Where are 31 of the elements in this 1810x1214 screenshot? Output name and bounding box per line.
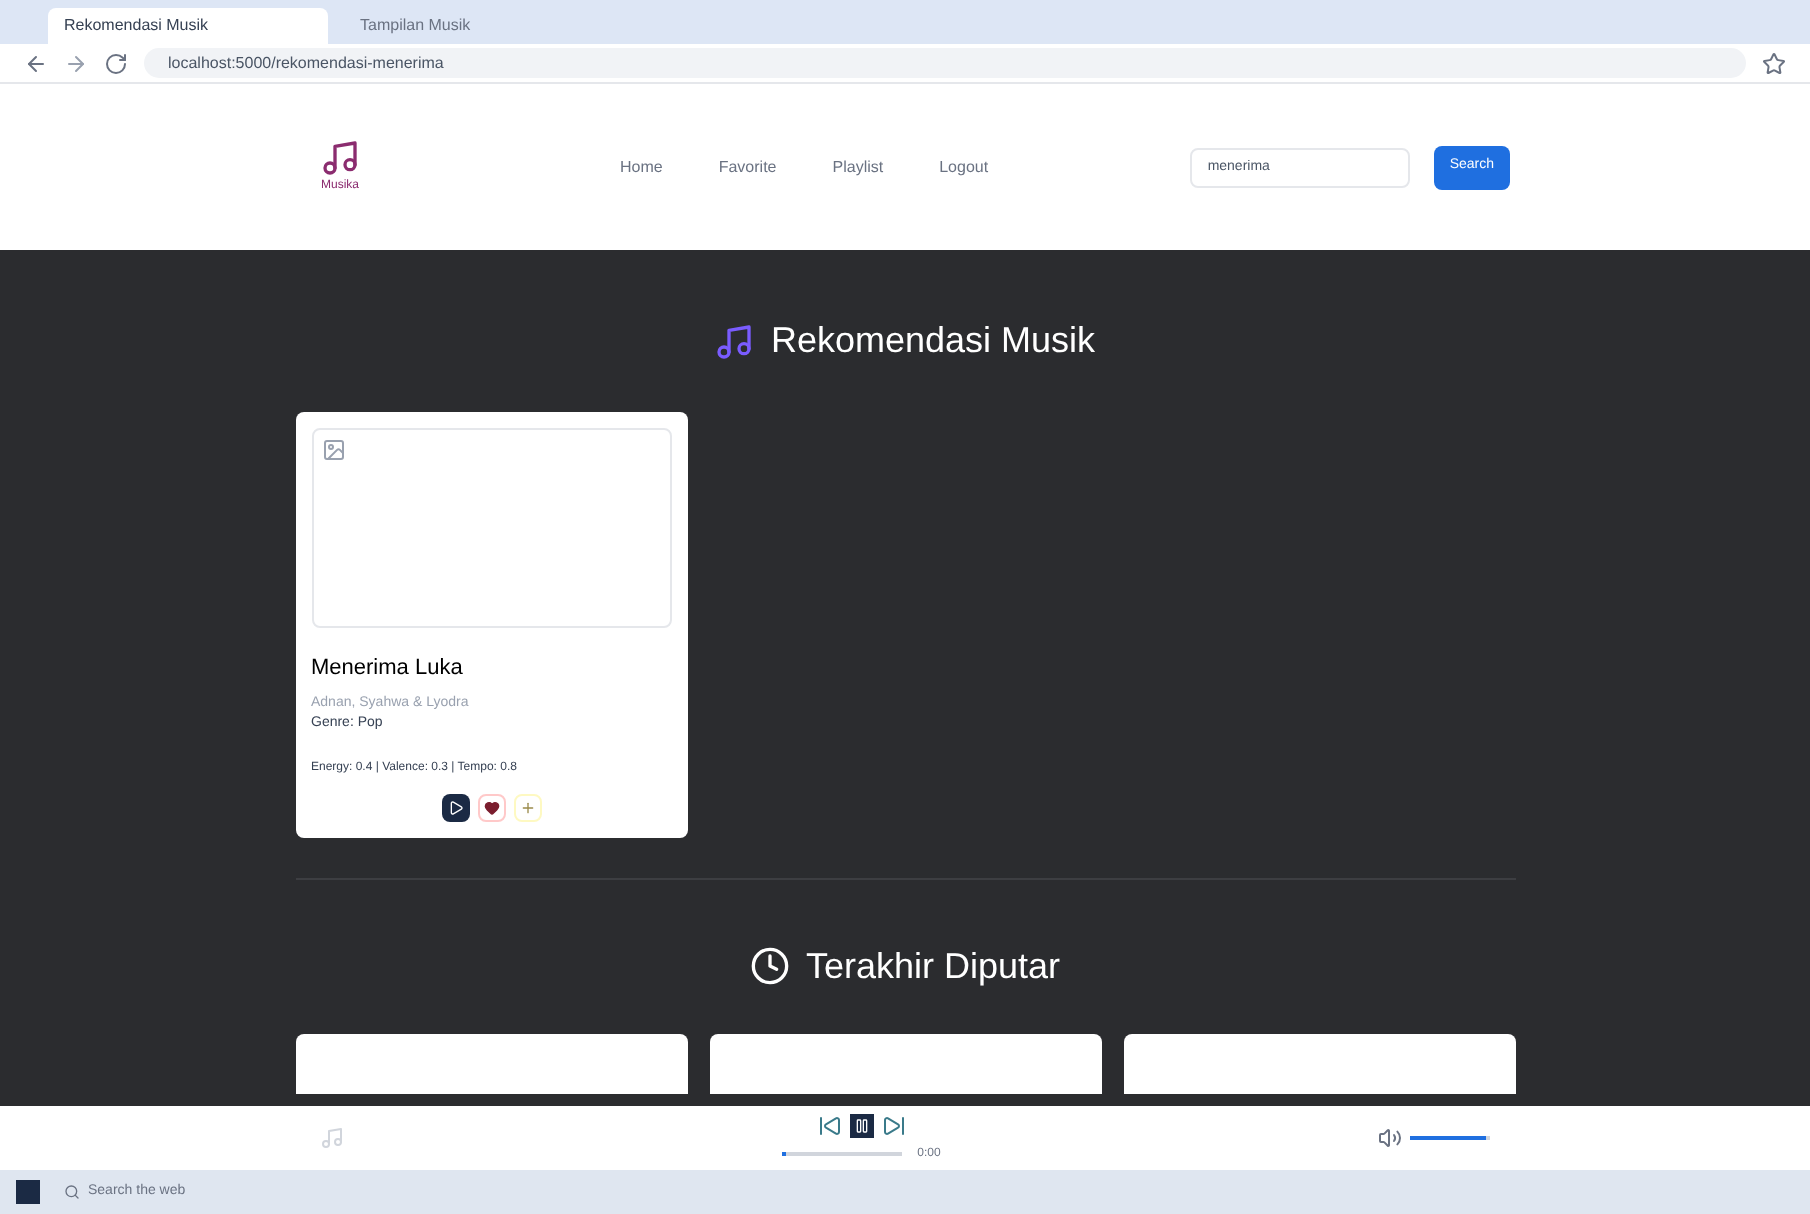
browser-tab[interactable]: Tampilan Musik (344, 8, 624, 44)
volume-icon[interactable] (1378, 1126, 1402, 1150)
nav-link[interactable]: Logout (939, 155, 989, 179)
section-title: Rekomendasi Musik (770, 318, 1096, 364)
song-title: Menerima Luka (311, 654, 465, 684)
star-icon[interactable] (1762, 51, 1786, 75)
heart-icon (483, 799, 499, 815)
back-icon[interactable] (24, 51, 48, 75)
next-icon[interactable] (881, 1113, 905, 1137)
browser-tab[interactable]: Rekomendasi Musik (48, 8, 328, 44)
plus-icon (519, 799, 535, 815)
nav-link[interactable]: Favorite (718, 155, 777, 179)
section-title: Terakhir Diputar (805, 943, 1061, 990)
start-icon[interactable] (16, 1180, 40, 1204)
favorite-button[interactable] (477, 793, 505, 821)
reload-icon[interactable] (104, 51, 128, 75)
pause-icon (853, 1117, 869, 1133)
previous-icon[interactable] (817, 1113, 841, 1137)
address-bar[interactable]: localhost:5000/rekomendasi-menerima (144, 48, 1746, 78)
play-icon (447, 799, 463, 815)
pause-button[interactable] (849, 1113, 873, 1137)
music-icon (714, 321, 755, 361)
broken-image-icon (321, 438, 345, 462)
nav-link[interactable]: Home (620, 155, 663, 179)
track-icon (320, 1126, 344, 1150)
play-button[interactable] (441, 793, 469, 821)
logo-icon (320, 138, 360, 178)
search-icon (64, 1184, 80, 1200)
forward-icon[interactable] (64, 51, 88, 75)
nav-link[interactable]: Playlist (832, 155, 884, 179)
clock-icon (749, 946, 790, 986)
